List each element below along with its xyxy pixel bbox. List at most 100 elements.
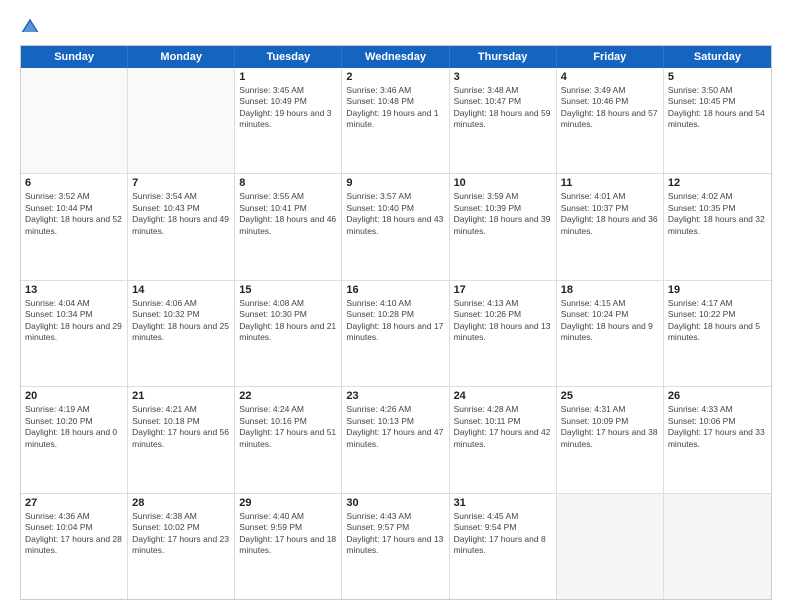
day-cell-empty <box>21 68 128 173</box>
day-header-thursday: Thursday <box>450 46 557 68</box>
day-cell-11: 11 Sunrise: 4:01 AMSunset: 10:37 PMDaylig… <box>557 174 664 279</box>
week-row-4: 20 Sunrise: 4:19 AMSunset: 10:20 PMDaylig… <box>21 387 771 493</box>
cell-details: Sunrise: 4:45 AMSunset: 9:54 PMDaylight:… <box>454 511 552 557</box>
day-number: 10 <box>454 177 552 189</box>
day-cell-13: 13 Sunrise: 4:04 AMSunset: 10:34 PMDaylig… <box>21 281 128 386</box>
day-number: 12 <box>668 177 767 189</box>
day-cell-9: 9 Sunrise: 3:57 AMSunset: 10:40 PMDayligh… <box>342 174 449 279</box>
cell-details: Sunrise: 4:28 AMSunset: 10:11 PMDaylight… <box>454 404 552 450</box>
day-header-tuesday: Tuesday <box>235 46 342 68</box>
cell-details: Sunrise: 4:31 AMSunset: 10:09 PMDaylight… <box>561 404 659 450</box>
day-cell-2: 2Sunrise: 3:46 AMSunset: 10:48 PMDayligh… <box>342 68 449 173</box>
cell-details: Sunrise: 3:49 AMSunset: 10:46 PMDaylight… <box>561 85 659 131</box>
day-number: 16 <box>346 284 444 296</box>
cell-details: Sunrise: 4:38 AMSunset: 10:02 PMDaylight… <box>132 511 230 557</box>
header <box>20 16 772 37</box>
day-number: 14 <box>132 284 230 296</box>
cell-details: Sunrise: 4:19 AMSunset: 10:20 PMDaylight… <box>25 404 123 450</box>
cell-details: Sunrise: 3:50 AMSunset: 10:45 PMDaylight… <box>668 85 767 131</box>
day-cell-25: 25 Sunrise: 4:31 AMSunset: 10:09 PMDaylig… <box>557 387 664 492</box>
day-number: 24 <box>454 390 552 402</box>
day-cell-12: 12 Sunrise: 4:02 AMSunset: 10:35 PMDaylig… <box>664 174 771 279</box>
cell-details: Sunrise: 3:52 AMSunset: 10:44 PMDaylight… <box>25 191 123 237</box>
day-cell-29: 29 Sunrise: 4:40 AMSunset: 9:59 PMDayligh… <box>235 494 342 599</box>
cell-details: Sunrise: 4:15 AMSunset: 10:24 PMDaylight… <box>561 298 659 344</box>
cell-details: Sunrise: 4:33 AMSunset: 10:06 PMDaylight… <box>668 404 767 450</box>
day-cell-21: 21 Sunrise: 4:21 AMSunset: 10:18 PMDaylig… <box>128 387 235 492</box>
day-number: 11 <box>561 177 659 189</box>
day-cell-5: 5 Sunrise: 3:50 AMSunset: 10:45 PMDayligh… <box>664 68 771 173</box>
day-number: 20 <box>25 390 123 402</box>
cell-details: Sunrise: 3:55 AMSunset: 10:41 PMDaylight… <box>239 191 337 237</box>
day-cell-empty <box>128 68 235 173</box>
day-cell-8: 8 Sunrise: 3:55 AMSunset: 10:41 PMDayligh… <box>235 174 342 279</box>
cell-details: Sunrise: 3:48 AMSunset: 10:47 PMDaylight… <box>454 85 552 131</box>
day-cell-15: 15 Sunrise: 4:08 AMSunset: 10:30 PMDaylig… <box>235 281 342 386</box>
week-row-2: 6 Sunrise: 3:52 AMSunset: 10:44 PMDayligh… <box>21 174 771 280</box>
cell-details: Sunrise: 4:21 AMSunset: 10:18 PMDaylight… <box>132 404 230 450</box>
cell-details: Sunrise: 4:17 AMSunset: 10:22 PMDaylight… <box>668 298 767 344</box>
day-number: 27 <box>25 497 123 509</box>
cell-details: Sunrise: 4:02 AMSunset: 10:35 PMDaylight… <box>668 191 767 237</box>
day-number: 25 <box>561 390 659 402</box>
day-number: 26 <box>668 390 767 402</box>
day-cell-10: 10Sunrise: 3:59 AMSunset: 10:39 PMDaylig… <box>450 174 557 279</box>
day-cell-16: 16 Sunrise: 4:10 AMSunset: 10:28 PMDaylig… <box>342 281 449 386</box>
day-number: 30 <box>346 497 444 509</box>
day-cell-3: 3Sunrise: 3:48 AMSunset: 10:47 PMDayligh… <box>450 68 557 173</box>
cell-details: Sunrise: 4:08 AMSunset: 10:30 PMDaylight… <box>239 298 337 344</box>
day-number: 6 <box>25 177 123 189</box>
day-number: 1 <box>239 71 337 83</box>
day-cell-4: 4Sunrise: 3:49 AMSunset: 10:46 PMDayligh… <box>557 68 664 173</box>
day-cell-empty <box>664 494 771 599</box>
day-number: 22 <box>239 390 337 402</box>
cell-details: Sunrise: 4:01 AMSunset: 10:37 PMDaylight… <box>561 191 659 237</box>
day-header-monday: Monday <box>128 46 235 68</box>
day-cell-empty <box>557 494 664 599</box>
cell-details: Sunrise: 3:46 AMSunset: 10:48 PMDaylight… <box>346 85 444 131</box>
day-header-friday: Friday <box>557 46 664 68</box>
cell-details: Sunrise: 4:36 AMSunset: 10:04 PMDaylight… <box>25 511 123 557</box>
day-number: 23 <box>346 390 444 402</box>
day-cell-28: 28 Sunrise: 4:38 AMSunset: 10:02 PMDaylig… <box>128 494 235 599</box>
cell-details: Sunrise: 3:45 AMSunset: 10:49 PMDaylight… <box>239 85 337 131</box>
day-number: 29 <box>239 497 337 509</box>
page: SundayMondayTuesdayWednesdayThursdayFrid… <box>0 0 792 612</box>
cell-details: Sunrise: 3:57 AMSunset: 10:40 PMDaylight… <box>346 191 444 237</box>
day-number: 8 <box>239 177 337 189</box>
logo <box>20 16 44 37</box>
calendar-body: 1 Sunrise: 3:45 AMSunset: 10:49 PMDayligh… <box>21 68 771 599</box>
day-cell-6: 6 Sunrise: 3:52 AMSunset: 10:44 PMDayligh… <box>21 174 128 279</box>
day-number: 21 <box>132 390 230 402</box>
week-row-5: 27 Sunrise: 4:36 AMSunset: 10:04 PMDaylig… <box>21 494 771 599</box>
week-row-3: 13 Sunrise: 4:04 AMSunset: 10:34 PMDaylig… <box>21 281 771 387</box>
day-header-sunday: Sunday <box>21 46 128 68</box>
day-header-wednesday: Wednesday <box>342 46 449 68</box>
day-number: 28 <box>132 497 230 509</box>
cell-details: Sunrise: 4:10 AMSunset: 10:28 PMDaylight… <box>346 298 444 344</box>
day-cell-24: 24 Sunrise: 4:28 AMSunset: 10:11 PMDaylig… <box>450 387 557 492</box>
day-number: 13 <box>25 284 123 296</box>
day-number: 9 <box>346 177 444 189</box>
day-number: 19 <box>668 284 767 296</box>
logo-icon <box>20 17 40 37</box>
day-cell-18: 18Sunrise: 4:15 AMSunset: 10:24 PMDaylig… <box>557 281 664 386</box>
day-header-saturday: Saturday <box>664 46 771 68</box>
cell-details: Sunrise: 4:13 AMSunset: 10:26 PMDaylight… <box>454 298 552 344</box>
day-number: 5 <box>668 71 767 83</box>
day-cell-27: 27 Sunrise: 4:36 AMSunset: 10:04 PMDaylig… <box>21 494 128 599</box>
day-cell-23: 23Sunrise: 4:26 AMSunset: 10:13 PMDaylig… <box>342 387 449 492</box>
day-number: 15 <box>239 284 337 296</box>
day-cell-1: 1 Sunrise: 3:45 AMSunset: 10:49 PMDayligh… <box>235 68 342 173</box>
day-cell-30: 30 Sunrise: 4:43 AMSunset: 9:57 PMDayligh… <box>342 494 449 599</box>
cell-details: Sunrise: 4:43 AMSunset: 9:57 PMDaylight:… <box>346 511 444 557</box>
cell-details: Sunrise: 4:40 AMSunset: 9:59 PMDaylight:… <box>239 511 337 557</box>
calendar: SundayMondayTuesdayWednesdayThursdayFrid… <box>20 45 772 600</box>
day-cell-7: 7Sunrise: 3:54 AMSunset: 10:43 PMDayligh… <box>128 174 235 279</box>
day-cell-19: 19 Sunrise: 4:17 AMSunset: 10:22 PMDaylig… <box>664 281 771 386</box>
day-cell-22: 22 Sunrise: 4:24 AMSunset: 10:16 PMDaylig… <box>235 387 342 492</box>
cell-details: Sunrise: 4:24 AMSunset: 10:16 PMDaylight… <box>239 404 337 450</box>
day-number: 7 <box>132 177 230 189</box>
cell-details: Sunrise: 4:06 AMSunset: 10:32 PMDaylight… <box>132 298 230 344</box>
cell-details: Sunrise: 4:04 AMSunset: 10:34 PMDaylight… <box>25 298 123 344</box>
